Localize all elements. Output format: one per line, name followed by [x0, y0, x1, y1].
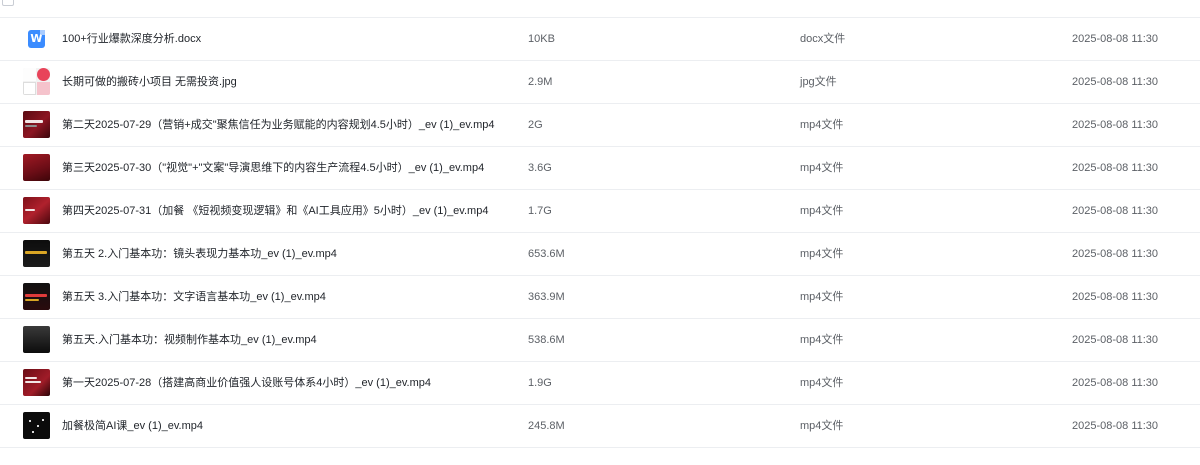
- file-row[interactable]: 第五天 2.入门基本功：镜头表现力基本功_ev (1)_ev.mp4 653.6…: [0, 233, 1200, 276]
- file-name[interactable]: 长期可做的搬砖小项目 无需投资.jpg: [62, 61, 237, 103]
- file-type: mp4文件: [800, 119, 844, 131]
- video-thumbnail: [23, 326, 50, 353]
- file-size: 538.6M: [528, 334, 565, 346]
- file-row[interactable]: 加餐极简AI课_ev (1)_ev.mp4 245.8M mp4文件 2025-…: [0, 405, 1200, 448]
- file-name[interactable]: 第三天2025-07-30（"视觉"+"文案"导演思维下的内容生产流程4.5小时…: [62, 147, 484, 189]
- file-size: 1.9G: [528, 377, 552, 389]
- file-row[interactable]: 长期可做的搬砖小项目 无需投资.jpg 2.9M jpg文件 2025-08-0…: [0, 61, 1200, 104]
- table-header: [0, 0, 1200, 18]
- video-thumbnail: [23, 412, 50, 439]
- file-type: mp4文件: [800, 377, 844, 389]
- file-type: mp4文件: [800, 248, 844, 260]
- file-modified-time: 2025-08-08 11:30: [1072, 291, 1159, 303]
- file-size: 2.9M: [528, 76, 553, 88]
- file-name[interactable]: 第一天2025-07-28（搭建高商业价值强人设账号体系4小时）_ev (1)_…: [62, 362, 431, 404]
- file-name[interactable]: 第二天2025-07-29（营销+成交"聚焦信任为业务赋能的内容规划4.5小时）…: [62, 104, 495, 146]
- word-doc-icon: W: [28, 30, 45, 48]
- file-modified-time: 2025-08-08 11:30: [1072, 119, 1159, 131]
- file-type: mp4文件: [800, 420, 844, 432]
- video-thumbnail: [23, 154, 50, 181]
- file-size: 3.6G: [528, 162, 552, 174]
- file-row[interactable]: 第二天2025-07-29（营销+成交"聚焦信任为业务赋能的内容规划4.5小时）…: [0, 104, 1200, 147]
- file-name[interactable]: 第四天2025-07-31（加餐 《短视频变现逻辑》和《AI工具应用》5小时）_…: [62, 190, 488, 232]
- file-row[interactable]: W 100+行业爆款深度分析.docx 10KB docx文件 2025-08-…: [0, 18, 1200, 61]
- file-modified-time: 2025-08-08 11:30: [1072, 76, 1159, 88]
- file-size: 2G: [528, 119, 543, 131]
- file-modified-time: 2025-08-08 11:30: [1072, 420, 1159, 432]
- file-type: mp4文件: [800, 205, 844, 217]
- file-row[interactable]: 第五天.入门基本功：视频制作基本功_ev (1)_ev.mp4 538.6M m…: [0, 319, 1200, 362]
- file-modified-time: 2025-08-08 11:30: [1072, 334, 1159, 346]
- file-size: 653.6M: [528, 248, 565, 260]
- file-type: docx文件: [800, 33, 846, 45]
- select-all-checkbox[interactable]: [2, 0, 14, 6]
- video-thumbnail: [23, 197, 50, 224]
- file-row[interactable]: 第四天2025-07-31（加餐 《短视频变现逻辑》和《AI工具应用》5小时）_…: [0, 190, 1200, 233]
- file-size: 245.8M: [528, 420, 565, 432]
- image-thumbnail: [23, 68, 50, 95]
- file-name[interactable]: 100+行业爆款深度分析.docx: [62, 18, 201, 60]
- file-type: mp4文件: [800, 334, 844, 346]
- file-modified-time: 2025-08-08 11:30: [1072, 377, 1159, 389]
- video-thumbnail: [23, 283, 50, 310]
- file-type: mp4文件: [800, 291, 844, 303]
- file-row[interactable]: 第一天2025-07-28（搭建高商业价值强人设账号体系4小时）_ev (1)_…: [0, 362, 1200, 405]
- video-thumbnail: [23, 111, 50, 138]
- file-size: 10KB: [528, 33, 555, 45]
- file-row[interactable]: 第五天 3.入门基本功：文字语言基本功_ev (1)_ev.mp4 363.9M…: [0, 276, 1200, 319]
- file-modified-time: 2025-08-08 11:30: [1072, 33, 1159, 45]
- file-size: 1.7G: [528, 205, 552, 217]
- video-thumbnail: [23, 369, 50, 396]
- file-size: 363.9M: [528, 291, 565, 303]
- file-name[interactable]: 第五天.入门基本功：视频制作基本功_ev (1)_ev.mp4: [62, 319, 317, 361]
- file-modified-time: 2025-08-08 11:30: [1072, 162, 1159, 174]
- file-name[interactable]: 第五天 2.入门基本功：镜头表现力基本功_ev (1)_ev.mp4: [62, 233, 337, 275]
- docx-file-icon: W: [23, 25, 50, 52]
- file-list: W 100+行业爆款深度分析.docx 10KB docx文件 2025-08-…: [0, 0, 1200, 448]
- file-name[interactable]: 加餐极简AI课_ev (1)_ev.mp4: [62, 405, 203, 447]
- file-name[interactable]: 第五天 3.入门基本功：文字语言基本功_ev (1)_ev.mp4: [62, 276, 326, 318]
- video-thumbnail: [23, 240, 50, 267]
- file-type: mp4文件: [800, 162, 844, 174]
- file-row[interactable]: 第三天2025-07-30（"视觉"+"文案"导演思维下的内容生产流程4.5小时…: [0, 147, 1200, 190]
- file-type: jpg文件: [800, 76, 837, 88]
- file-modified-time: 2025-08-08 11:30: [1072, 205, 1159, 217]
- file-modified-time: 2025-08-08 11:30: [1072, 248, 1159, 260]
